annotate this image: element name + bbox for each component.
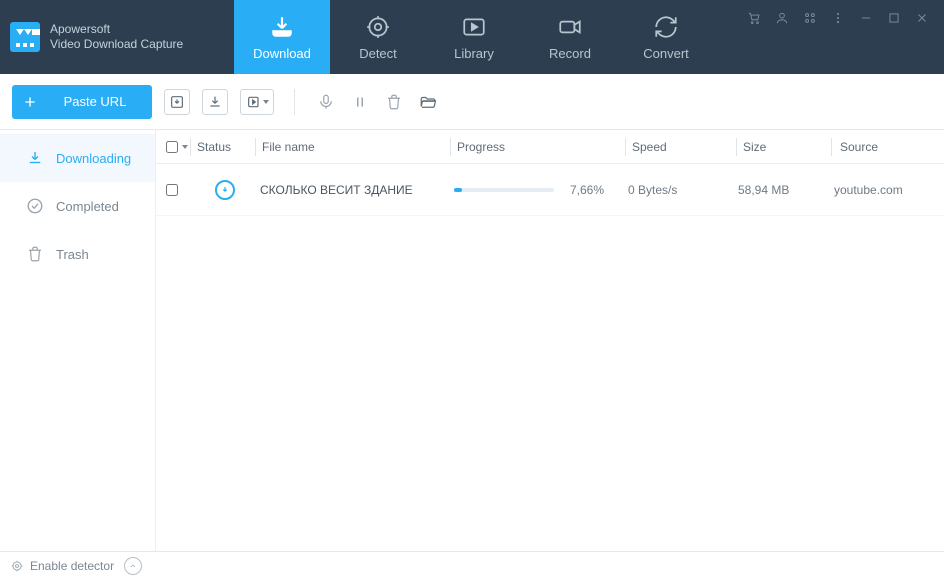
status-bar: Enable detector xyxy=(0,551,944,579)
column-header-row: Status File name Progress Speed Size Sou… xyxy=(156,130,944,164)
row-size: 58,94 MB xyxy=(732,183,826,197)
nav-label-download: Download xyxy=(253,46,311,61)
progress-bar xyxy=(454,188,554,192)
download-all-button[interactable] xyxy=(164,89,190,115)
window-close-icon[interactable] xyxy=(914,10,930,26)
main-nav: Download Detect Library Record Convert xyxy=(234,0,714,74)
nav-tab-download[interactable]: Download xyxy=(234,0,330,74)
col-size[interactable]: Size xyxy=(737,140,831,154)
downloading-icon xyxy=(26,149,44,167)
trash-icon xyxy=(26,245,44,263)
speed-limit-button[interactable] xyxy=(124,557,142,575)
window-controls xyxy=(746,0,944,74)
brand-text: Apowersoft Video Download Capture xyxy=(50,22,183,52)
nav-tab-detect[interactable]: Detect xyxy=(330,0,426,74)
row-checkbox[interactable] xyxy=(166,184,178,196)
col-filename[interactable]: File name xyxy=(256,140,450,154)
download-rows: СКОЛЬКО ВЕСИТ ЗДАНИЕ 7,66% 0 Bytes/s 58,… xyxy=(156,164,944,551)
kebab-menu-icon[interactable] xyxy=(830,10,846,26)
body: Downloading Completed Trash Status File xyxy=(0,130,944,551)
toolbar-separator xyxy=(294,89,295,115)
plus-icon xyxy=(12,94,48,110)
select-all-checkbox[interactable] xyxy=(166,141,178,153)
play-screen-icon xyxy=(461,14,487,40)
download-box-icon xyxy=(169,94,185,110)
trash-icon xyxy=(385,93,403,111)
nav-label-detect: Detect xyxy=(359,46,397,61)
delete-button[interactable] xyxy=(383,91,405,113)
enable-detector-label: Enable detector xyxy=(30,559,114,573)
nav-tab-library[interactable]: Library xyxy=(426,0,522,74)
download-one-button[interactable] xyxy=(202,89,228,115)
sidebar-item-trash[interactable]: Trash xyxy=(0,230,155,278)
title-bar: Apowersoft Video Download Capture Downlo… xyxy=(0,0,944,74)
col-source[interactable]: Source xyxy=(832,140,944,154)
cart-icon[interactable] xyxy=(746,10,762,26)
sidebar-label-completed: Completed xyxy=(56,199,119,214)
select-dropdown-icon[interactable] xyxy=(182,145,188,149)
content: Status File name Progress Speed Size Sou… xyxy=(156,130,944,551)
mic-icon xyxy=(317,93,335,111)
refresh-icon xyxy=(653,14,679,40)
col-speed[interactable]: Speed xyxy=(626,140,736,154)
grid-icon[interactable] xyxy=(802,10,818,26)
download-row[interactable]: СКОЛЬКО ВЕСИТ ЗДАНИЕ 7,66% 0 Bytes/s 58,… xyxy=(156,164,944,216)
sidebar-label-trash: Trash xyxy=(56,247,89,262)
header-checkbox[interactable] xyxy=(156,141,190,153)
sidebar-item-downloading[interactable]: Downloading xyxy=(0,134,155,182)
nav-label-record: Record xyxy=(549,46,591,61)
target-small-icon xyxy=(10,559,24,573)
user-icon[interactable] xyxy=(774,10,790,26)
row-filename: СКОЛЬКО ВЕСИТ ЗДАНИЕ xyxy=(254,183,448,197)
nav-label-library: Library xyxy=(454,46,494,61)
sidebar-item-completed[interactable]: Completed xyxy=(0,182,155,230)
row-progress: 7,66% xyxy=(454,183,622,197)
row-status-downloading-icon[interactable] xyxy=(215,180,235,200)
film-icon xyxy=(246,94,262,110)
chevron-up-icon xyxy=(129,562,137,570)
download-icon xyxy=(207,94,223,110)
nav-tab-convert[interactable]: Convert xyxy=(618,0,714,74)
video-camera-icon xyxy=(557,14,583,40)
download-tray-icon xyxy=(269,14,295,40)
open-folder-button[interactable] xyxy=(417,91,439,113)
pause-icon xyxy=(351,93,369,111)
brand: Apowersoft Video Download Capture xyxy=(0,0,234,74)
window-maximize-icon[interactable] xyxy=(886,10,902,26)
app-window: Apowersoft Video Download Capture Downlo… xyxy=(0,0,944,579)
progress-fill xyxy=(454,188,462,192)
brand-line1: Apowersoft xyxy=(50,22,183,37)
nav-label-convert: Convert xyxy=(643,46,689,61)
pause-button[interactable] xyxy=(349,91,371,113)
quality-dropdown-button[interactable] xyxy=(240,89,274,115)
enable-detector-button[interactable]: Enable detector xyxy=(10,559,114,573)
folder-open-icon xyxy=(419,93,437,111)
row-speed: 0 Bytes/s xyxy=(622,183,732,197)
sidebar-label-downloading: Downloading xyxy=(56,151,131,166)
app-logo-icon xyxy=(10,22,40,52)
paste-url-button[interactable]: Paste URL xyxy=(12,85,152,119)
toolbar: Paste URL xyxy=(0,74,944,130)
row-source: youtube.com xyxy=(826,183,944,197)
progress-pct: 7,66% xyxy=(570,183,604,197)
paste-url-label: Paste URL xyxy=(48,94,152,109)
check-circle-icon xyxy=(26,197,44,215)
target-icon xyxy=(365,14,391,40)
col-status[interactable]: Status xyxy=(191,140,255,154)
col-progress[interactable]: Progress xyxy=(451,140,625,154)
nav-tab-record[interactable]: Record xyxy=(522,0,618,74)
sidebar: Downloading Completed Trash xyxy=(0,130,156,551)
window-minimize-icon[interactable] xyxy=(858,10,874,26)
brand-line2: Video Download Capture xyxy=(50,37,183,52)
mic-button[interactable] xyxy=(315,91,337,113)
